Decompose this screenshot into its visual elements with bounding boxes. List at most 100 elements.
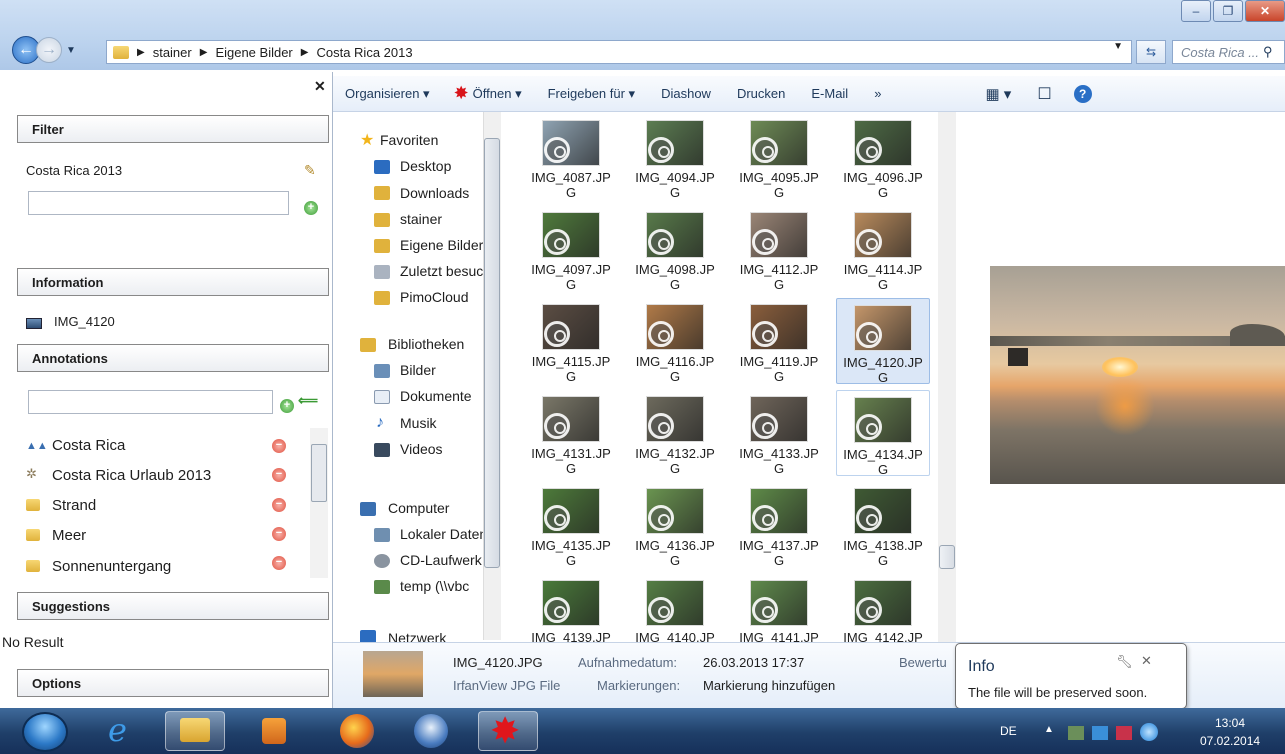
- annotation-item[interactable]: Strand: [52, 497, 96, 514]
- information-section-header[interactable]: Information: [17, 268, 329, 296]
- more-commands-button[interactable]: »: [874, 86, 881, 101]
- email-button[interactable]: E-Mail: [811, 86, 848, 101]
- tray-pimo-icon[interactable]: [1140, 723, 1158, 741]
- file-thumbnail: [854, 120, 912, 166]
- file-name: IMG_4087.JPG: [531, 170, 611, 200]
- file-item[interactable]: IMG_4087.JPG: [524, 114, 618, 200]
- file-item[interactable]: IMG_4096.JPG: [836, 114, 930, 200]
- nav-item-temp[interactable]: temp (\\vbc: [400, 578, 484, 594]
- address-bar[interactable]: ▶ stainer ▶ Eigene Bilder ▶ Costa Rica 2…: [106, 40, 1132, 64]
- arrow-left-icon[interactable]: ⟸: [298, 392, 318, 409]
- irfanview-taskbar-icon[interactable]: ✸: [490, 710, 520, 752]
- file-item[interactable]: IMG_4112.JPG: [732, 206, 826, 292]
- nav-item-zuletzt[interactable]: Zuletzt besucht: [400, 263, 484, 279]
- scroll-thumb[interactable]: [311, 444, 327, 502]
- remove-icon[interactable]: −: [272, 556, 286, 570]
- annotation-item[interactable]: Sonnenuntergang: [52, 558, 171, 575]
- file-item[interactable]: IMG_4132.JPG: [628, 390, 722, 476]
- help-icon[interactable]: ?: [1073, 84, 1092, 103]
- suggestions-section-header[interactable]: Suggestions: [17, 592, 329, 620]
- file-item[interactable]: IMG_4120.JPG: [836, 298, 930, 385]
- breadcrumb-costa-rica[interactable]: Costa Rica 2013: [316, 45, 412, 60]
- nav-item-bibliotheken[interactable]: Bibliotheken: [388, 336, 488, 352]
- open-button[interactable]: Öffnen ▾: [473, 86, 522, 102]
- file-item[interactable]: IMG_4114.JPG: [836, 206, 930, 292]
- print-button[interactable]: Drucken: [737, 86, 785, 101]
- annotation-item[interactable]: Costa Rica: [52, 437, 125, 454]
- wrench-icon[interactable]: 🔧︎: [1116, 654, 1133, 670]
- add-annotation-icon[interactable]: +: [280, 395, 294, 413]
- tray-network-icon[interactable]: [1092, 726, 1108, 740]
- annotation-input[interactable]: [28, 390, 273, 414]
- media-app-icon[interactable]: [262, 718, 286, 744]
- options-section-header[interactable]: Options: [17, 669, 329, 697]
- maximize-button[interactable]: ❐: [1213, 0, 1243, 22]
- history-dropdown-icon[interactable]: ▼: [66, 45, 76, 56]
- navpane-scroll-thumb[interactable]: [484, 138, 500, 568]
- forward-button[interactable]: →: [36, 37, 62, 63]
- file-item[interactable]: IMG_4094.JPG: [628, 114, 722, 200]
- preserve-badge-icon: [544, 229, 570, 255]
- slideshow-button[interactable]: Diashow: [661, 86, 711, 101]
- refresh-button[interactable]: ⇆: [1136, 40, 1166, 64]
- annotation-item[interactable]: Meer: [52, 527, 86, 544]
- annotations-section-header[interactable]: Annotations: [17, 344, 329, 372]
- explorer-icon[interactable]: [180, 718, 210, 742]
- nav-item-favoriten[interactable]: Favoriten: [380, 132, 500, 148]
- file-item[interactable]: IMG_4138.JPG: [836, 482, 930, 568]
- annotation-scrollbar[interactable]: [310, 428, 328, 578]
- panel-close-button[interactable]: ✕: [314, 78, 326, 95]
- start-button[interactable]: [22, 712, 68, 752]
- breadcrumb-eigene-bilder[interactable]: Eigene Bilder: [215, 45, 292, 60]
- file-item[interactable]: IMG_4136.JPG: [628, 482, 722, 568]
- file-item[interactable]: IMG_4119.JPG: [732, 298, 826, 384]
- remove-icon[interactable]: −: [272, 498, 286, 512]
- internet-explorer-icon[interactable]: e: [108, 711, 127, 749]
- chevron-right-icon: ▶: [137, 46, 145, 58]
- nav-item-dokumente[interactable]: Dokumente: [400, 388, 484, 404]
- share-button[interactable]: Freigeben für ▾: [548, 86, 635, 102]
- file-item[interactable]: IMG_4116.JPG: [628, 298, 722, 384]
- filter-section-header[interactable]: Filter: [17, 115, 329, 143]
- tray-monitor-icon[interactable]: [1116, 726, 1132, 740]
- remove-icon[interactable]: −: [272, 439, 286, 453]
- file-item[interactable]: IMG_4137.JPG: [732, 482, 826, 568]
- nav-item-cd[interactable]: CD-Laufwerk: [400, 552, 484, 568]
- grid-scroll-thumb[interactable]: [939, 545, 955, 569]
- remove-icon[interactable]: −: [272, 527, 286, 541]
- edit-icon[interactable]: ✎: [304, 162, 316, 179]
- info-balloon[interactable]: Info 🔧︎ ✕ The file will be preserved soo…: [955, 643, 1187, 709]
- remove-icon[interactable]: −: [272, 468, 286, 482]
- file-item[interactable]: IMG_4115.JPG: [524, 298, 618, 384]
- clock[interactable]: 13:04 07.02.2014: [1200, 714, 1260, 750]
- nav-item-eigene-bilder[interactable]: Eigene Bilder: [400, 237, 484, 253]
- headland: [1230, 324, 1285, 346]
- nav-item-lokaler[interactable]: Lokaler Datenträger: [400, 526, 484, 542]
- annotation-item[interactable]: Costa Rica Urlaub 2013: [52, 467, 211, 484]
- breadcrumb-stainer[interactable]: stainer: [153, 45, 192, 60]
- view-options-icon[interactable]: ▦ ▾: [985, 85, 1011, 103]
- file-item[interactable]: IMG_4135.JPG: [524, 482, 618, 568]
- language-indicator[interactable]: DE: [1000, 724, 1017, 738]
- file-item[interactable]: IMG_4131.JPG: [524, 390, 618, 476]
- tags-value[interactable]: Markierung hinzufügen: [703, 678, 835, 693]
- filter-input[interactable]: [28, 191, 289, 215]
- close-button[interactable]: ✕: [1245, 0, 1285, 22]
- thunderbird-icon[interactable]: [414, 714, 448, 748]
- add-filter-icon[interactable]: +: [304, 197, 318, 215]
- show-hidden-icons[interactable]: ▲: [1044, 724, 1054, 735]
- file-item[interactable]: IMG_4097.JPG: [524, 206, 618, 292]
- file-item[interactable]: IMG_4098.JPG: [628, 206, 722, 292]
- search-input[interactable]: Costa Rica ... ⚲: [1172, 40, 1285, 64]
- file-name: IMG_4115.JPG: [531, 354, 611, 384]
- tray-app-icon[interactable]: [1068, 726, 1084, 740]
- address-dropdown-icon[interactable]: ▼: [1113, 41, 1123, 52]
- preview-pane-icon[interactable]: ☐: [1037, 84, 1051, 104]
- balloon-close-icon[interactable]: ✕: [1141, 653, 1152, 669]
- minimize-button[interactable]: –: [1181, 0, 1211, 22]
- file-item[interactable]: IMG_4134.JPG: [836, 390, 930, 477]
- organize-button[interactable]: Organisieren ▾: [345, 86, 430, 102]
- file-item[interactable]: IMG_4095.JPG: [732, 114, 826, 200]
- firefox-icon[interactable]: [340, 714, 374, 748]
- file-item[interactable]: IMG_4133.JPG: [732, 390, 826, 476]
